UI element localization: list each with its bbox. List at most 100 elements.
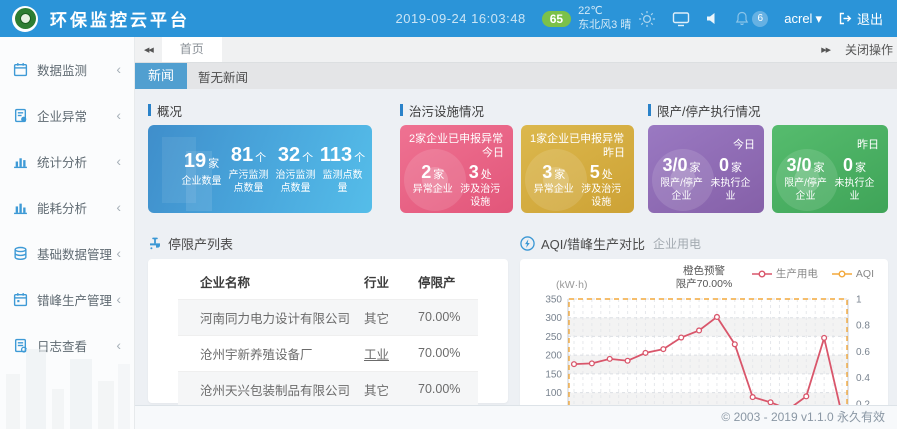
treatment-today-card[interactable]: 2家企业已申报异常 今日 2家 异常企业 3处 涉及治污设施 <box>400 125 513 213</box>
weather-block: 65 22℃ 东北风3 晴 <box>542 5 657 33</box>
svg-text:100: 100 <box>545 388 562 399</box>
logout-icon <box>838 12 852 25</box>
stat-abnormal-enterprises: 3家 异常企业 <box>530 163 578 210</box>
stat-limited-enterprises: 3/0家 限产/停产企业 <box>781 156 830 203</box>
sidebar-item-data-monitor[interactable]: 数据监测 ‹ <box>0 46 134 92</box>
svg-text:150: 150 <box>545 369 562 380</box>
svg-text:1: 1 <box>856 295 862 306</box>
stat-pollution-points: 81个 产污监测点数量 <box>225 144 272 195</box>
user-menu[interactable]: acrel ▾ <box>784 11 822 27</box>
tab-bar: ◀◀ 首页 ▶▶ 关闭操作 <box>135 37 897 63</box>
svg-text:0.6: 0.6 <box>856 347 870 358</box>
app-header: 环保监控云平台 2019-09-24 16:03:48 65 22℃ 东北风3 … <box>0 0 897 37</box>
chart-subtab-enterprise-power[interactable]: 企业用电 <box>653 235 701 252</box>
sidebar-item-peak-production[interactable]: 错峰生产管理 ‹ <box>0 276 134 322</box>
chevron-left-icon: ‹ <box>116 199 121 215</box>
close-operations-button[interactable]: 关闭操作 <box>839 41 897 58</box>
stat-enterprise-count: 19家 企业数量 <box>178 150 225 188</box>
tag-today: 今日 <box>482 146 504 160</box>
section-title-production: 限产/停产执行情况 <box>648 103 888 117</box>
stat-limited-enterprises: 3/0家 限产/停产企业 <box>657 156 706 203</box>
table-header-row: 企业名称 行业 停限产 <box>178 265 478 299</box>
app-title: 环保监控云平台 <box>50 6 190 31</box>
monitor-icon[interactable] <box>672 11 690 27</box>
tag-yesterday: 昨日 <box>603 146 625 160</box>
bar-chart-icon <box>13 200 28 215</box>
overview-card[interactable]: 19家 企业数量 81个 产污监测点数量 32个 治污监测点数量 <box>148 125 372 213</box>
sidebar-item-statistics[interactable]: 统计分析 ‹ <box>0 138 134 184</box>
sidebar-item-enterprise-abnormal[interactable]: 企业异常 ‹ <box>0 92 134 138</box>
bell-icon <box>735 11 749 26</box>
section-title-overview: 概况 <box>148 103 372 117</box>
speaker-icon[interactable] <box>706 12 719 25</box>
svg-text:250: 250 <box>545 332 562 343</box>
chevron-left-icon: ‹ <box>116 107 121 123</box>
chevron-left-icon: ‹ <box>116 61 121 77</box>
svg-text:200: 200 <box>545 351 562 362</box>
stat-nonexecuting-enterprises: 0家 未执行企业 <box>706 156 755 203</box>
sidebar: 数据监测 ‹ 企业异常 ‹ 统计分析 ‹ 能耗分析 ‹ 基础数据管理 ‹ 错峰生… <box>0 37 135 429</box>
svg-text:300: 300 <box>545 313 562 324</box>
chevron-left-icon: ‹ <box>116 153 121 169</box>
aqi-chart-card: (kW·h) 橙色预警 限产70.00% 生产用电 <box>520 259 888 405</box>
stat-nonexecuting-enterprises: 0家 未执行企业 <box>830 156 879 203</box>
app-logo-icon <box>12 6 38 32</box>
table-row: 沧州宇新养殖设备厂 工业 70.00% <box>178 335 478 371</box>
header-datetime: 2019-09-24 16:03:48 <box>396 11 526 26</box>
document-icon <box>13 108 28 123</box>
username: acrel <box>784 11 812 26</box>
table-row: 沧州天兴包装制品有限公司 其它 70.00% <box>178 371 478 405</box>
lightning-circle-icon <box>520 236 535 251</box>
tab-home[interactable]: 首页 <box>162 37 222 62</box>
news-label: 新闻 <box>135 63 187 89</box>
tab-scroll-left-icon[interactable]: ◀◀ <box>135 46 162 54</box>
wind-condition: 东北风3 晴 <box>578 19 631 31</box>
calendar-icon <box>13 62 28 77</box>
svg-text:350: 350 <box>545 295 562 306</box>
caret-down-icon: ▾ <box>815 11 822 27</box>
sun-icon <box>638 10 656 28</box>
sidebar-item-energy-analysis[interactable]: 能耗分析 ‹ <box>0 184 134 230</box>
footer: © 2003 - 2019 v1.1.0 永久有效 <box>135 405 897 429</box>
weather-text: 22℃ 东北风3 晴 <box>578 5 631 33</box>
limit-list-card: 企业名称 行业 停限产 河南同力电力设计有限公司 其它 70.00% <box>148 259 508 403</box>
chart-legend: 生产用电 AQI <box>752 266 874 281</box>
temperature: 22℃ <box>578 5 603 17</box>
logout-label: 退出 <box>857 9 883 28</box>
faucet-icon <box>148 236 162 250</box>
notifications-button[interactable]: 6 <box>735 11 768 27</box>
section-title-treatment: 治污设施情况 <box>400 103 634 117</box>
tag-yesterday: 昨日 <box>857 138 879 152</box>
stat-facilities-involved: 5处 涉及治污设施 <box>578 163 626 210</box>
legend-marker-icon <box>832 270 852 278</box>
tag-today: 今日 <box>733 138 755 152</box>
news-bar: 新闻 暂无新闻 <box>135 63 897 89</box>
svg-text:0.8: 0.8 <box>856 321 870 332</box>
notification-count-badge: 6 <box>752 11 768 27</box>
table-row: 河南同力电力设计有限公司 其它 70.00% <box>178 299 478 335</box>
production-yesterday-card[interactable]: 昨日 3/0家 限产/停产企业 0家 未执行企业 <box>772 125 888 213</box>
production-today-card[interactable]: 今日 3/0家 限产/停产企业 0家 未执行企业 <box>648 125 764 213</box>
aqi-chart-title: AQI/错峰生产对比 企业用电 <box>520 235 888 251</box>
legend-marker-icon <box>752 270 772 278</box>
stat-abnormal-enterprises: 2家 异常企业 <box>409 163 457 210</box>
stat-monitor-points: 113个 监测点数量 <box>319 144 366 195</box>
tab-scroll-right-icon[interactable]: ▶▶ <box>812 46 839 54</box>
legend-production-power[interactable]: 生产用电 <box>752 266 818 281</box>
news-message: 暂无新闻 <box>187 67 248 86</box>
calendar-icon <box>13 292 28 307</box>
chevron-left-icon: ‹ <box>116 245 121 261</box>
database-icon <box>13 246 28 261</box>
limit-list-title: 停限产列表 <box>148 235 508 251</box>
svg-text:0.4: 0.4 <box>856 373 870 384</box>
treatment-yesterday-card[interactable]: 1家企业已申报异常 昨日 3家 异常企业 5处 涉及治污设施 <box>521 125 634 213</box>
stat-facilities-involved: 3处 涉及治污设施 <box>457 163 505 210</box>
sidebar-item-base-data[interactable]: 基础数据管理 ‹ <box>0 230 134 276</box>
bar-chart-icon <box>13 154 28 169</box>
aqi-badge: 65 <box>542 11 571 27</box>
dashboard-content: 概况 19家 企业数量 81个 产污监测点数量 <box>135 89 897 405</box>
aqi-line-chart: 35030025020015010050010.80.60.40.20 <box>532 291 876 405</box>
logout-button[interactable]: 退出 <box>838 9 883 28</box>
industry-link[interactable]: 工业 <box>364 348 389 362</box>
legend-aqi[interactable]: AQI <box>832 268 874 280</box>
